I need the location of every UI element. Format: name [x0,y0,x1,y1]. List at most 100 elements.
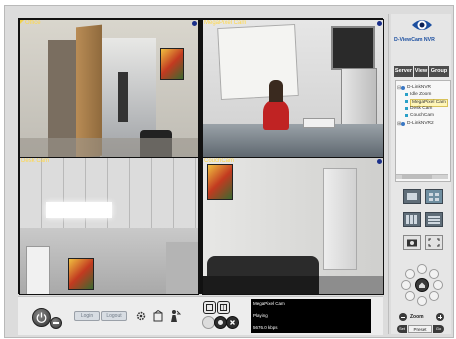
ptz-control [401,264,443,306]
snapshot-button[interactable] [403,235,421,250]
home-icon [419,282,425,288]
ptz-left-button[interactable] [401,280,411,290]
camera-info-panel: MegaPixel Cam Playing 5676.0 kbps [251,299,371,333]
minus-icon [53,322,59,324]
camera-title: Office [25,20,41,26]
camera-tile-office[interactable]: Office [19,19,199,158]
tree-item-server[interactable]: D-LinkNVR [407,85,431,91]
ptz-up-left-button[interactable] [405,269,415,279]
ptz-down-right-button[interactable] [429,291,439,301]
camera-icon [405,107,408,110]
gear-icon[interactable] [135,310,147,322]
megapixel-desk [203,124,383,157]
tab-group[interactable]: Group [429,66,449,77]
logout-button[interactable]: Logout [101,311,127,321]
camera-status-dot [377,21,382,26]
megapixel-figurine-skirt [263,100,289,130]
desk-ceiling-light [46,202,112,218]
camera-tile-megapixel[interactable]: MegaPixel Cam [202,19,384,158]
server-tree: ⊟ D-LinkNVR Idle Zoom MegaPixel Cam Desk… [395,80,451,182]
control-bar: Login Logout MegaPixel Cam Playing 5676.… [18,296,383,335]
tree-item-camera[interactable]: CouchCam [410,113,434,119]
office-hall-door [118,72,128,122]
playback-icon[interactable] [153,310,164,322]
office-poster [160,48,184,80]
layout-multi-button[interactable] [217,301,230,314]
camera-icon [405,93,408,96]
megapixel-figurine-body [269,80,283,102]
megapixel-whiteboard [217,24,299,100]
nvr-app-window: Office MegaPixel Cam Desk Cam CouchCam L… [4,5,454,338]
eye-logo-icon [412,20,432,30]
office-floor [20,138,198,157]
layout-single-button[interactable] [203,301,216,314]
camera-icon [405,114,408,117]
scrollbar-thumb[interactable] [402,175,432,179]
record-icon [218,320,223,325]
camera-grid: Office MegaPixel Cam Desk Cam CouchCam [18,18,384,295]
camera-tile-desk[interactable]: Desk Cam [19,157,199,295]
login-button[interactable]: Login [74,311,100,321]
server-icon [401,122,405,126]
ptz-down-left-button[interactable] [405,291,415,301]
tree-item-server[interactable]: D-LinkNVR2 [407,121,434,127]
preset-label[interactable]: Preset [408,325,432,333]
ptz-home-button[interactable] [415,278,429,292]
multi-view-icon [220,304,227,311]
megapixel-monitor [331,26,375,70]
panel-divider [388,14,389,334]
desk-poster [68,258,94,290]
info-bitrate: 5676.0 kbps [253,325,278,330]
couch-sofa-seat [203,276,325,294]
desk-cabinet [166,242,198,294]
minus-icon [401,316,405,318]
couch-poster [207,164,233,200]
stop-record-button[interactable] [226,316,239,329]
tab-server[interactable]: Server [394,66,413,77]
power-icon [36,312,47,323]
camera-icon [405,100,408,103]
ptz-up-right-button[interactable] [429,269,439,279]
camera-title: Desk Cam [21,158,50,164]
camera-icon [407,239,417,247]
camera-tile-couch[interactable]: CouchCam [202,157,384,295]
fullscreen-button[interactable] [425,235,443,250]
logo-text: D-ViewCam NVR [394,37,435,43]
minimize-button[interactable] [50,317,62,329]
info-camera-name: MegaPixel Cam [253,301,285,306]
tree-horizontal-scrollbar[interactable] [396,174,448,179]
ptz-down-button[interactable] [417,296,427,306]
megapixel-items [303,118,335,128]
zoom-label: Zoom [410,314,424,320]
tab-view[interactable]: View [414,66,428,77]
server-icon [401,86,405,90]
camera-status-dot [192,21,197,26]
couch-floor [319,276,383,294]
ptz-up-button[interactable] [417,264,427,274]
camera-title: CouchCam [204,158,235,164]
zoom-in-button[interactable] [436,313,444,321]
desk-door [26,246,50,294]
fullscreen-icon [428,238,440,247]
tree-item-camera[interactable]: Idle Zoom [410,92,431,98]
preset-go-button[interactable]: Go [433,325,444,333]
camera-select-corner [20,20,24,24]
ptz-right-button[interactable] [433,280,443,290]
single-view-icon [206,304,213,311]
layout-4x4-button[interactable] [425,212,443,227]
layout-3x3-button[interactable] [403,212,421,227]
plus-icon-vertical [439,315,441,319]
info-status: Playing [253,313,268,318]
camera-title: MegaPixel Cam [204,20,247,26]
camera-status-dot [377,159,382,164]
tree-item-camera[interactable]: Desk Cam [410,106,432,112]
zoom-out-button[interactable] [399,313,407,321]
layout-1x1-button[interactable] [403,189,421,204]
couch-door [323,168,357,270]
preset-set-button[interactable]: Set [397,325,407,333]
layout-2x2-button[interactable] [425,189,443,204]
power-button[interactable] [32,308,51,327]
person-help-icon[interactable] [169,309,181,323]
sidebar: D-ViewCam NVR Server View Group ⊟ D-Link… [391,14,451,334]
close-icon [230,320,235,325]
